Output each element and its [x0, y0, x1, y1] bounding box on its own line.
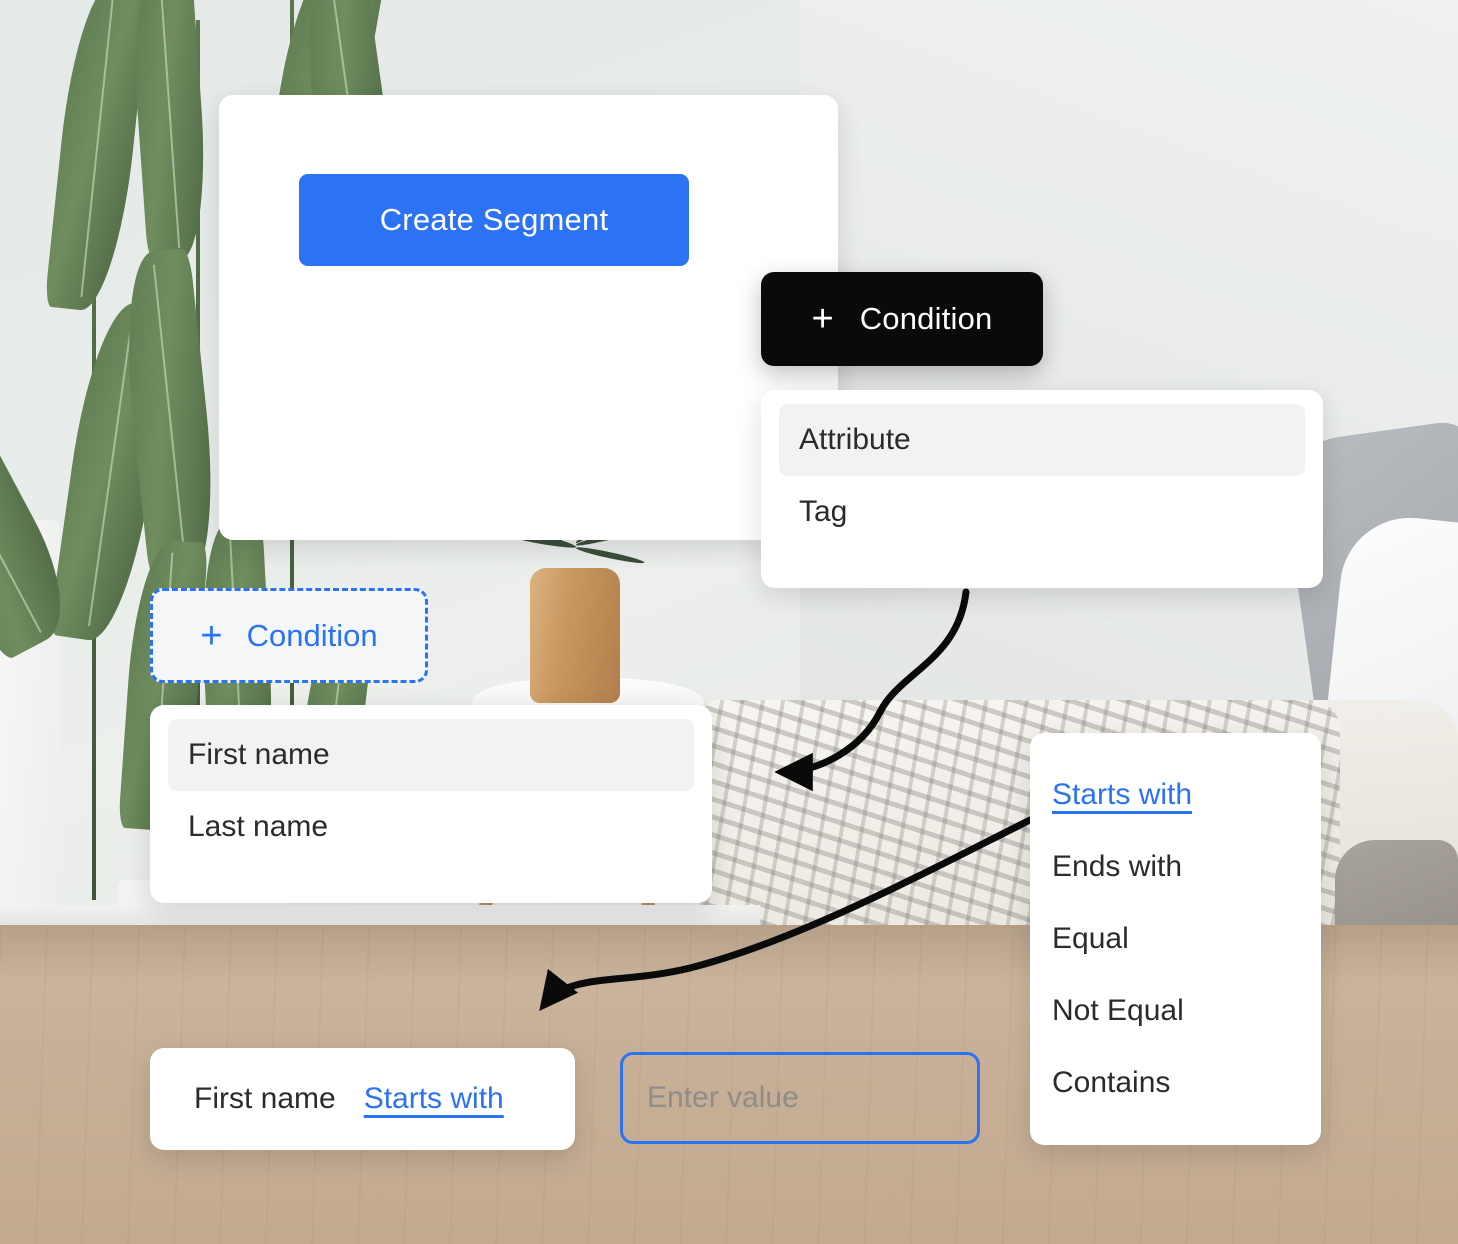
plus-icon: +	[200, 614, 223, 657]
screenshot-root: Create Segment + Condition Attribute Tag…	[0, 0, 1458, 1244]
operator-item-contains[interactable]: Contains	[1030, 1047, 1321, 1119]
operator-label: Not Equal	[1052, 994, 1184, 1027]
operator-label: Starts with	[1052, 778, 1193, 811]
baseboard	[0, 905, 760, 927]
add-condition-button-dark[interactable]: + Condition	[761, 272, 1043, 366]
add-condition-button-dashed[interactable]: + Condition	[150, 588, 428, 683]
menu-item-label: Last name	[188, 810, 329, 843]
operator-item-not-equal[interactable]: Not Equal	[1030, 975, 1321, 1047]
vase	[530, 568, 620, 703]
menu-item-label: First name	[188, 738, 330, 771]
plus-icon: +	[811, 298, 834, 340]
condition-type-dropdown: Attribute Tag	[761, 390, 1323, 588]
operator-label: Contains	[1052, 1066, 1171, 1099]
attribute-field-dropdown: First name Last name	[150, 705, 712, 903]
menu-item-last-name[interactable]: Last name	[168, 791, 694, 863]
create-segment-panel: Create Segment	[219, 95, 838, 540]
condition-field-label: First name	[194, 1082, 336, 1115]
operator-dropdown: Starts with Ends with Equal Not Equal Co…	[1030, 733, 1321, 1145]
operator-item-ends-with[interactable]: Ends with	[1030, 831, 1321, 903]
menu-item-label: Attribute	[799, 423, 911, 456]
add-condition-label: Condition	[246, 617, 378, 653]
operator-label: Equal	[1052, 922, 1129, 955]
operator-item-starts-with[interactable]: Starts with	[1030, 759, 1321, 831]
add-condition-label: Condition	[859, 301, 993, 336]
value-input[interactable]	[620, 1052, 980, 1144]
menu-item-first-name[interactable]: First name	[168, 719, 694, 791]
menu-item-attribute[interactable]: Attribute	[779, 404, 1305, 476]
operator-item-equal[interactable]: Equal	[1030, 903, 1321, 975]
condition-operator-link[interactable]: Starts with	[364, 1082, 504, 1116]
create-segment-button[interactable]: Create Segment	[299, 174, 689, 266]
menu-item-label: Tag	[799, 495, 848, 528]
menu-item-tag[interactable]: Tag	[779, 476, 1305, 548]
operator-label: Ends with	[1052, 850, 1183, 883]
condition-result-card: First name Starts with	[150, 1048, 575, 1150]
